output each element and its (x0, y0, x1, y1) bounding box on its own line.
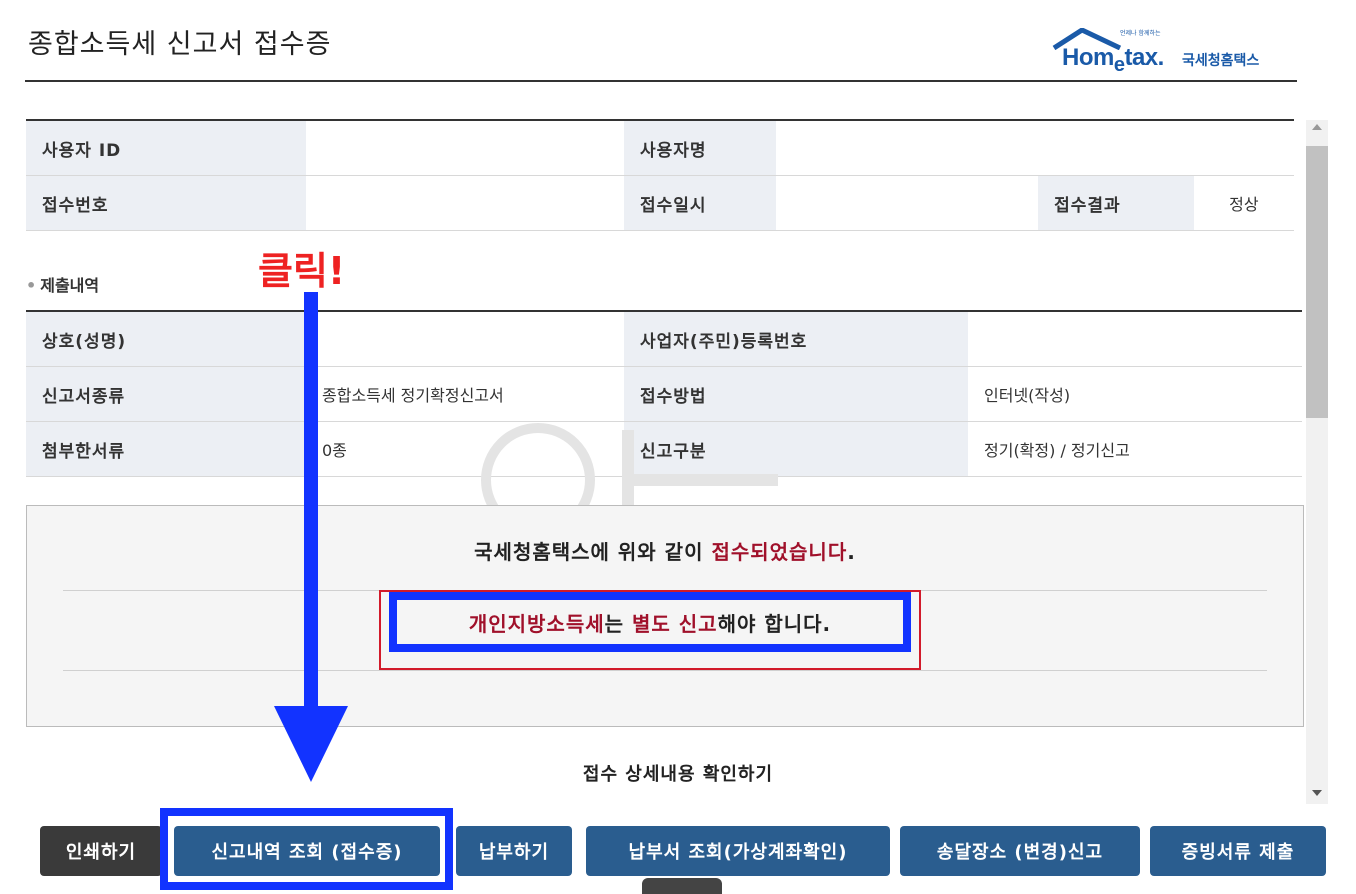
method-value: 인터넷(작성) (968, 366, 1302, 422)
receipt-time-value (776, 175, 1039, 231)
reg-no-label: 사업자(주민)등록번호 (624, 311, 968, 367)
method-label: 접수방법 (624, 366, 968, 422)
receipt-no-label: 접수번호 (26, 175, 306, 231)
attach-label: 첨부한서류 (26, 421, 306, 477)
receipt-no-value (306, 175, 624, 231)
title-divider (25, 80, 1297, 82)
local-tax-notice: 개인지방소득세는 별도 신고해야 합니다. (468, 612, 832, 636)
bill-inquiry-button[interactable]: 납부서 조회(가상계좌확인) (586, 826, 890, 876)
logo-subtitle: 국세청홈택스 (1182, 53, 1260, 69)
category-label: 신고구분 (624, 421, 968, 477)
detail-link[interactable]: 접수 상세내용 확인하기 (583, 764, 773, 785)
scroll-down-icon[interactable] (1312, 790, 1322, 796)
receipt-complete-message: 국세청홈택스에 위와 같이 접수되었습니다. (474, 540, 856, 564)
scroll-thumb[interactable] (1306, 146, 1328, 418)
table-row: 첨부한서류 0종 신고구분 정기(확정) / 정기신고 (26, 421, 1302, 477)
name-label: 상호(성명) (26, 311, 306, 367)
table-row: 신고서종류 종합소득세 정기확정신고서 접수방법 인터넷(작성) (26, 366, 1302, 422)
table-row: 사용자 ID 사용자명 (26, 120, 1294, 176)
user-info-table: 사용자 ID 사용자명 접수번호 접수일시 접수결과 정상 (26, 119, 1294, 231)
vertical-scrollbar[interactable] (1306, 120, 1328, 804)
logo-wordmark: Hometax. (1062, 44, 1164, 76)
user-id-value (306, 120, 624, 176)
annotation-highlight-box (160, 808, 453, 890)
pay-button[interactable]: 납부하기 (456, 826, 572, 876)
receipt-result-value: 정상 (1193, 175, 1294, 231)
bullet-icon: • (26, 276, 37, 295)
category-value: 정기(확정) / 정기신고 (968, 421, 1302, 477)
table-row: 상호(성명) 사업자(주민)등록번호 (26, 311, 1302, 367)
user-name-label: 사용자명 (624, 120, 776, 176)
user-name-value (776, 120, 1294, 176)
address-change-button[interactable]: 송달장소 (변경)신고 (900, 826, 1140, 876)
partial-button[interactable] (642, 878, 722, 894)
page-title: 종합소득세 신고서 접수증 (28, 29, 332, 60)
arrow-down-icon (274, 292, 348, 782)
submission-table: 상호(성명) 사업자(주민)등록번호 신고서종류 종합소득세 정기확정신고서 접… (26, 310, 1302, 477)
detail-link-row: 접수 상세내용 확인하기 (0, 760, 1356, 786)
name-value (306, 311, 624, 367)
scroll-up-icon[interactable] (1312, 124, 1322, 130)
evidence-submit-button[interactable]: 증빙서류 제출 (1150, 826, 1326, 876)
user-id-label: 사용자 ID (26, 120, 306, 176)
logo-tagline: 언제나 함께하는 (1120, 30, 1161, 37)
form-type-value: 종합소득세 정기확정신고서 (306, 366, 624, 422)
receipt-time-label: 접수일시 (624, 175, 776, 231)
reg-no-value (968, 311, 1302, 367)
divider (63, 670, 1267, 671)
form-type-label: 신고서종류 (26, 366, 306, 422)
receipt-result-label: 접수결과 (1038, 175, 1194, 231)
notice-box: 국세청홈택스에 위와 같이 접수되었습니다. 개인지방소득세는 별도 신고해야 … (26, 505, 1304, 727)
table-row: 접수번호 접수일시 접수결과 정상 (26, 175, 1294, 231)
section-title: • 제출내역 (26, 276, 100, 295)
print-button[interactable]: 인쇄하기 (40, 826, 162, 876)
hometax-logo[interactable]: 언제나 함께하는 Hometax. 국세청홈택스 (1048, 26, 1298, 76)
click-annotation: 클릭! (258, 249, 346, 293)
attach-value: 0종 (306, 421, 624, 477)
